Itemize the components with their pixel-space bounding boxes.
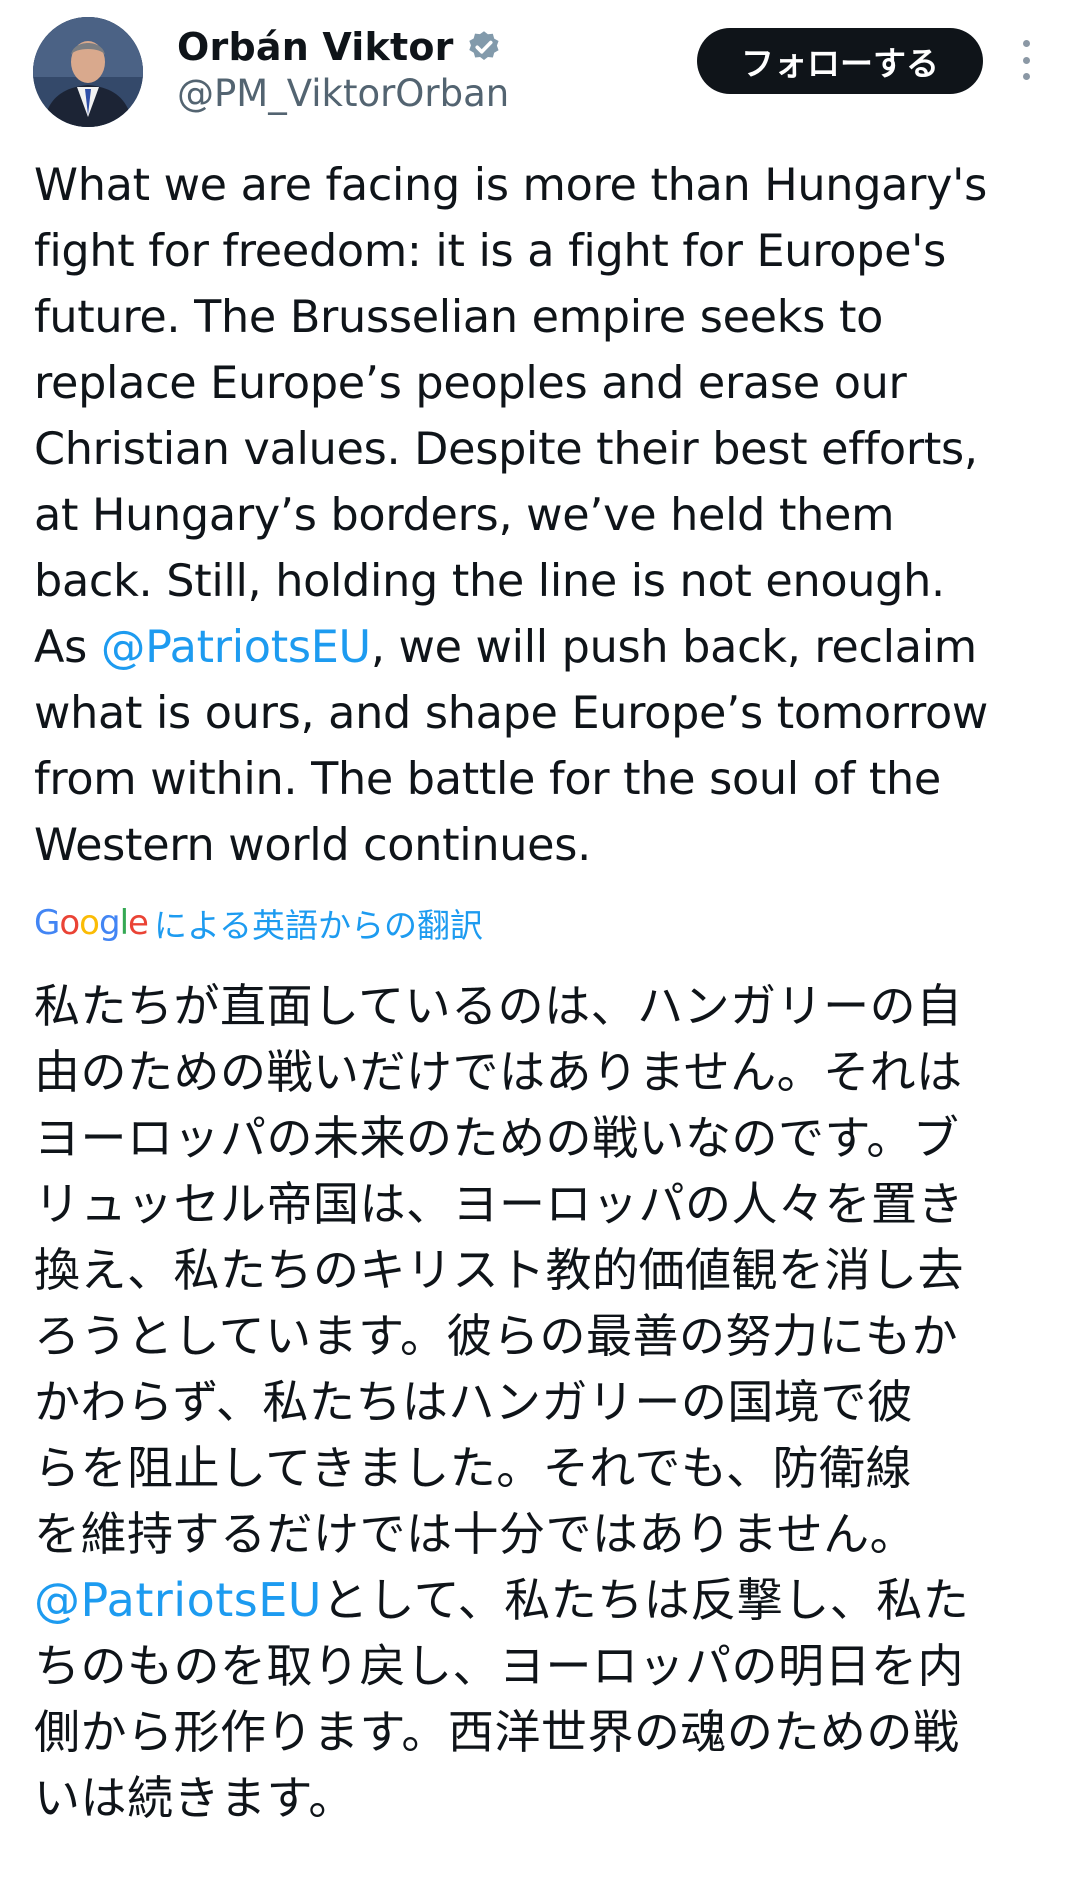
author-handle[interactable]: @PM_ViktorOrban xyxy=(177,72,509,115)
avatar[interactable] xyxy=(33,17,143,127)
avatar-portrait xyxy=(33,17,143,127)
dot xyxy=(1022,73,1030,80)
more-options-icon[interactable] xyxy=(1015,40,1037,80)
mention-link[interactable]: @PatriotsEU xyxy=(101,622,371,673)
dot xyxy=(1022,56,1030,64)
dot xyxy=(1022,40,1030,47)
translation-attribution[interactable]: Google による英語からの翻訳 xyxy=(34,898,483,948)
translation-label: による英語からの翻訳 xyxy=(153,906,483,945)
translated-text-part: 私たちが直面しているのは、ハンガリーの自 由のための戦いだけではありません。それ… xyxy=(34,979,964,1561)
tweet-text: What we are facing is more than Hungary'… xyxy=(34,153,1064,879)
tweet-text-part: What we are facing is more than Hungary'… xyxy=(34,160,987,673)
author-display-name[interactable]: Orbán Viktor xyxy=(177,25,454,69)
follow-button[interactable]: フォローする xyxy=(697,28,983,94)
google-logo: Google xyxy=(34,903,149,943)
mention-link[interactable]: @PatriotsEU xyxy=(34,1573,322,1627)
translated-text: 私たちが直面しているのは、ハンガリーの自 由のための戦いだけではありません。それ… xyxy=(34,973,1070,1831)
verified-badge-icon[interactable] xyxy=(466,29,502,65)
author-name-row: Orbán Viktor xyxy=(177,22,502,72)
tweet-header: Orbán Viktor @PM_ViktorOrban フォローする xyxy=(0,0,1080,140)
